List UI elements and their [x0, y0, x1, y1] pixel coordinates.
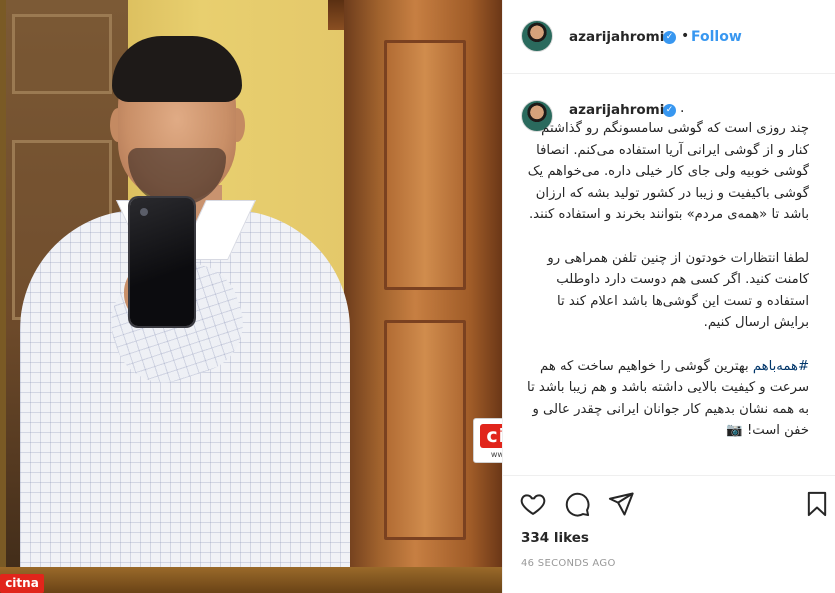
watermark-brand: citna [5, 576, 39, 590]
photo-door [344, 0, 502, 593]
verified-badge-icon: ✓ [663, 104, 676, 117]
phone-camera-icon [140, 208, 148, 216]
caption-username[interactable]: azarijahromi [569, 102, 664, 118]
separator-dot: • [681, 28, 690, 44]
share-icon[interactable] [607, 490, 635, 518]
caption-paragraph: لطفا انتظارات خودتون از چنین تلفن همراهی… [547, 250, 809, 331]
photo-smartphone [130, 198, 194, 326]
post-timestamp[interactable]: 46 SECONDS AGO [521, 558, 616, 569]
post-header: azarijahromi ✓ • Follow [503, 0, 835, 74]
post-side-panel: azarijahromi ✓ • Follow azarijahromi ✓ .… [502, 0, 835, 593]
caption-paragraph: چند روزی است که گوشی سامسونگم رو گذاشتم … [527, 121, 809, 222]
post-caption: چند روزی است که گوشی سامسونگم رو گذاشتم … [519, 118, 809, 466]
photo-person-hair [112, 36, 242, 102]
comment-icon[interactable] [563, 490, 591, 518]
verified-badge-icon: ✓ [663, 31, 676, 44]
heart-icon[interactable] [519, 490, 547, 518]
photo-mirror-frame [0, 0, 6, 593]
follow-button[interactable]: Follow [691, 29, 742, 45]
header-username[interactable]: azarijahromi [569, 29, 664, 45]
photo-mirror-frame [0, 567, 502, 593]
post-actions: 334 likes 46 SECONDS AGO [503, 475, 835, 593]
hashtag-link[interactable]: #همه‌باهم [753, 359, 809, 374]
avatar[interactable] [521, 20, 553, 52]
caption-fade [503, 458, 835, 470]
caption-leading-dot: . [680, 100, 685, 116]
citna-watermark-small: citna [0, 574, 44, 593]
post-photo[interactable]: citna [0, 0, 502, 593]
bookmark-icon[interactable] [803, 490, 831, 518]
caption-paragraph-hashtag: #همه‌باهم بهترین گوشی را خواهیم ساخت که … [519, 356, 809, 442]
likes-count[interactable]: 334 likes [521, 530, 589, 546]
